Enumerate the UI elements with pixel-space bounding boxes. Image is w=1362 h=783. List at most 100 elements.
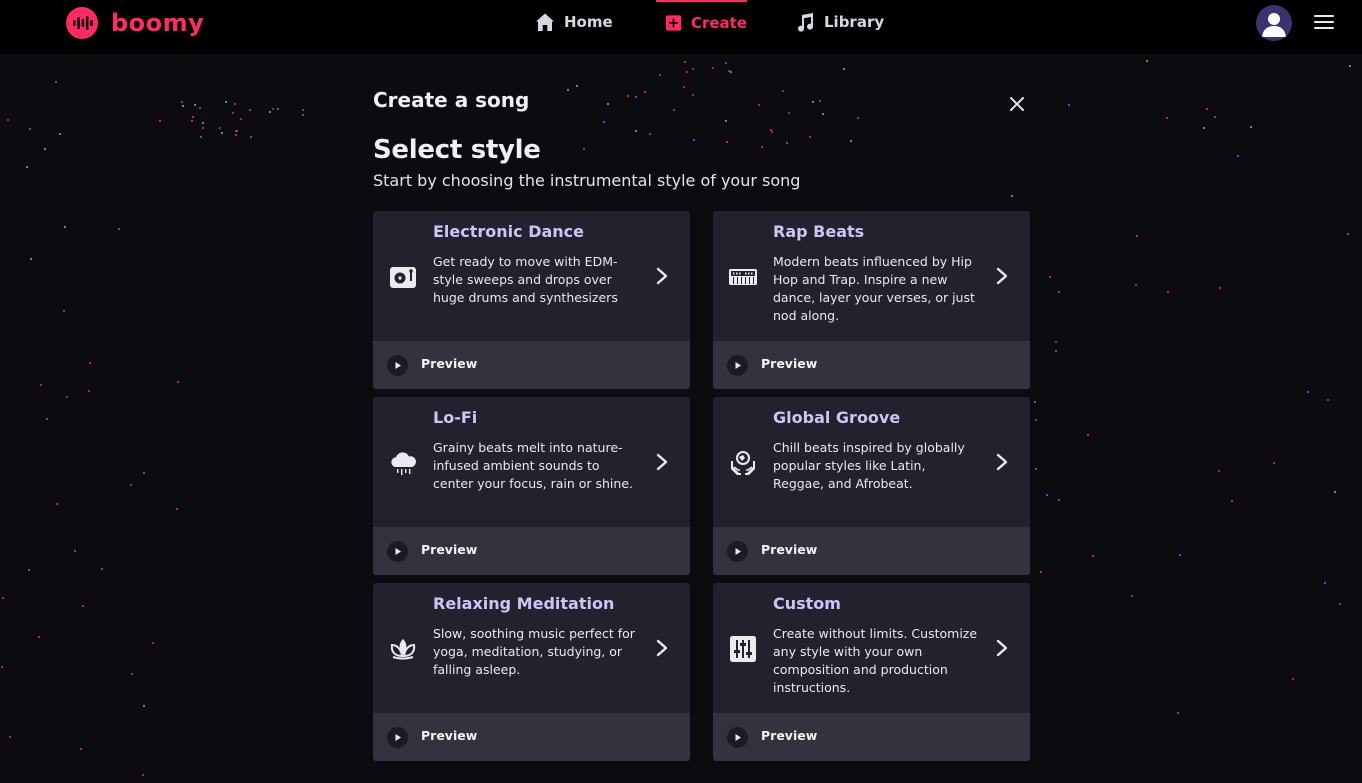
nav-library[interactable]: Library (795, 0, 884, 44)
star-dot (812, 101, 814, 103)
star-dot (152, 642, 154, 644)
nav-create[interactable]: Create (656, 0, 747, 44)
star-dot (1046, 494, 1048, 496)
star-dot (1136, 235, 1138, 237)
star-dot (200, 136, 202, 138)
star-dot (712, 67, 714, 69)
preview-button[interactable]: Preview (713, 713, 1030, 761)
star-dot (130, 484, 132, 486)
close-icon[interactable] (1009, 96, 1025, 112)
star-dot (576, 85, 578, 87)
star-dot (1068, 104, 1070, 106)
style-card-electronic-dance[interactable]: Electronic Dance Get ready to move with … (373, 211, 690, 389)
star-dot (1349, 65, 1351, 67)
star-dot (46, 418, 48, 420)
hamburger-menu-icon[interactable] (1314, 15, 1334, 31)
star-dot (693, 139, 695, 141)
star-dot (730, 71, 732, 73)
star-dot (1034, 401, 1036, 403)
style-card-description: Grainy beats melt into nature-infused am… (433, 440, 633, 491)
star-dot (1146, 60, 1148, 62)
style-card-title: Electronic Dance (433, 222, 585, 241)
style-card-relaxing-meditation[interactable]: Relaxing Meditation Slow, soothing music… (373, 583, 690, 761)
style-card-title: Relaxing Meditation (433, 594, 615, 613)
star-dot (28, 569, 30, 571)
user-avatar[interactable] (1256, 5, 1292, 41)
star-dot (1218, 470, 1220, 472)
star-dot (159, 120, 161, 122)
star-dot (850, 140, 852, 142)
star-dot (9, 736, 11, 738)
style-card-custom[interactable]: Custom Create without limits. Customize … (713, 583, 1030, 761)
play-icon (387, 727, 408, 748)
turntable-icon (390, 267, 416, 288)
chevron-right-icon[interactable] (995, 638, 1009, 658)
preview-button[interactable]: Preview (713, 341, 1030, 389)
star-dot (819, 100, 821, 102)
star-dot (2, 597, 4, 599)
star-dot (235, 130, 237, 132)
nav-home[interactable]: Home (535, 0, 613, 44)
star-dot (567, 89, 569, 91)
star-dot (603, 121, 605, 123)
rain-cloud-icon (391, 452, 416, 475)
style-card-rap-beats[interactable]: Rap Beats Modern beats influenced by Hip… (713, 211, 1030, 389)
preview-button[interactable]: Preview (713, 527, 1030, 575)
style-card-lo-fi[interactable]: Lo-Fi Grainy beats melt into nature-infu… (373, 397, 690, 575)
star-dot (1206, 108, 1208, 110)
star-dot (1324, 582, 1326, 584)
star-dot (1347, 233, 1349, 235)
star-dot (82, 605, 84, 607)
preview-button[interactable]: Preview (373, 527, 690, 575)
style-card-description: Get ready to move with EDM-style sweeps … (433, 254, 618, 305)
star-dot (1214, 116, 1216, 118)
style-card-global-groove[interactable]: Global Groove Chill beats inspired by gl… (713, 397, 1030, 575)
star-dot (66, 396, 68, 398)
preview-button[interactable]: Preview (373, 341, 690, 389)
star-dot (235, 134, 237, 136)
star-dot (302, 114, 304, 116)
preview-label: Preview (421, 728, 478, 743)
section-heading: Select style (373, 135, 541, 165)
star-dot (250, 136, 252, 138)
star-dot (181, 101, 183, 103)
play-icon (387, 541, 408, 562)
star-dot (80, 748, 82, 750)
star-dot (192, 116, 194, 118)
star-dot (1307, 391, 1309, 393)
chevron-right-icon[interactable] (655, 452, 669, 472)
star-dot (40, 384, 42, 386)
keyboard-icon (729, 269, 757, 285)
style-card-description: Create without limits. Customize any sty… (773, 626, 978, 695)
star-dot (843, 68, 845, 70)
star-dot (1035, 419, 1037, 421)
chevron-right-icon[interactable] (995, 452, 1009, 472)
star-dot (692, 68, 694, 70)
chevron-right-icon[interactable] (655, 638, 669, 658)
star-dot (1237, 155, 1239, 157)
star-dot (627, 95, 629, 97)
star-dot (1131, 595, 1133, 597)
star-dot (240, 118, 242, 120)
star-dot (1058, 499, 1060, 501)
chevron-right-icon[interactable] (995, 266, 1009, 286)
star-dot (857, 117, 859, 119)
style-card-description: Slow, soothing music perfect for yoga, m… (433, 626, 635, 677)
star-dot (782, 90, 784, 92)
star-dot (771, 131, 773, 133)
star-dot (277, 108, 279, 110)
top-navigation-bar: boomy Home Create Library (0, 0, 1362, 54)
star-dot (1179, 554, 1181, 556)
star-dot (1334, 491, 1336, 493)
star-dot (63, 310, 65, 312)
star-dot (684, 61, 686, 63)
chevron-right-icon[interactable] (655, 266, 669, 286)
star-dot (761, 146, 763, 148)
star-dot (1, 666, 3, 668)
music-note-icon (798, 13, 814, 32)
style-card-title: Global Groove (773, 408, 901, 427)
preview-button[interactable]: Preview (373, 713, 690, 761)
section-subheading: Start by choosing the instrumental style… (373, 171, 801, 190)
nav-library-label: Library (824, 13, 885, 31)
star-dot (788, 112, 790, 114)
